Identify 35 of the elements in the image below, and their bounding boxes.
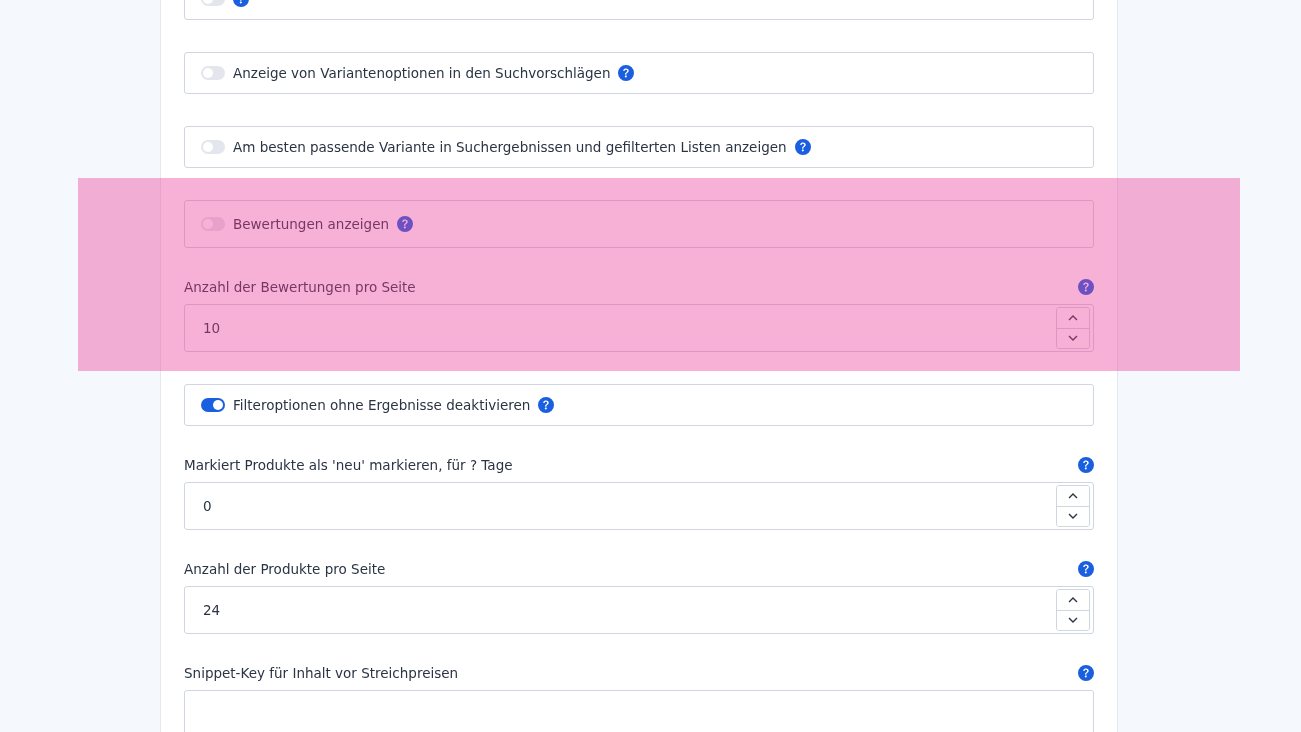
help-icon[interactable] [1078, 665, 1094, 681]
input-box[interactable]: 0 [184, 482, 1094, 530]
toggle-switch[interactable] [201, 140, 225, 154]
toggle-label: Bewertungen anzeigen [233, 215, 389, 233]
help-icon[interactable] [618, 65, 635, 81]
input-box[interactable]: 10 [184, 304, 1094, 352]
field-label: Anzahl der Produkte pro Seite [184, 560, 386, 578]
help-icon[interactable] [397, 216, 413, 232]
chevron-up-icon [1068, 314, 1078, 321]
field-label: Markiert Produkte als 'neu' markieren, für ? Tage [184, 456, 513, 474]
help-icon[interactable] [1078, 457, 1094, 473]
chevron-up-icon [1068, 492, 1078, 499]
input-field[interactable]: 24 [201, 601, 1056, 619]
chevron-down-icon [1068, 513, 1078, 520]
decrement-button[interactable] [1057, 505, 1089, 526]
decrement-button[interactable] [1057, 609, 1089, 630]
chevron-down-icon [1068, 335, 1078, 342]
decrement-button[interactable] [1057, 327, 1089, 348]
field-label: Anzahl der Bewertungen pro Seite [184, 278, 416, 296]
toggle-label: Anzeige von Variantenoptionen in den Suchvorschlägen [233, 64, 611, 82]
help-icon[interactable] [1078, 279, 1094, 295]
help-icon[interactable] [794, 139, 811, 155]
field-label: Snippet-Key für Inhalt vor Streichpreisen [184, 664, 459, 682]
input-field[interactable]: 10 [201, 319, 1056, 337]
chevron-up-icon [1068, 596, 1078, 603]
toggle-switch[interactable] [201, 398, 225, 412]
input-field[interactable]: 0 [201, 497, 1056, 515]
chevron-down-icon [1068, 617, 1078, 624]
toggle-switch[interactable] [201, 66, 225, 80]
help-icon[interactable] [538, 397, 555, 413]
help-icon[interactable] [1078, 561, 1094, 577]
toggle-label: Filteroptionen ohne Ergebnisse deaktivieren [233, 396, 531, 414]
input-box[interactable] [184, 690, 1094, 732]
toggle-label: Am besten passende Variante in Suchergebnissen und gefilterten Listen anzeigen [233, 138, 787, 156]
input-box[interactable]: 24 [184, 586, 1094, 634]
